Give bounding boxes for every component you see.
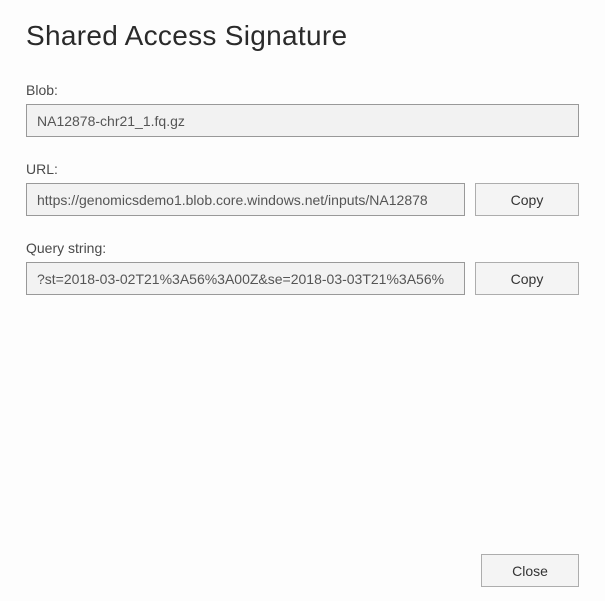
url-row: Copy xyxy=(26,183,579,216)
blob-label: Blob: xyxy=(26,82,579,98)
blob-field-group: Blob: xyxy=(26,82,579,137)
query-label: Query string: xyxy=(26,240,579,256)
url-field-group: URL: Copy xyxy=(26,161,579,216)
dialog-title: Shared Access Signature xyxy=(26,20,579,52)
url-input[interactable] xyxy=(26,183,465,216)
query-input[interactable] xyxy=(26,262,465,295)
query-field-group: Query string: Copy xyxy=(26,240,579,295)
close-button[interactable]: Close xyxy=(481,554,579,587)
query-row: Copy xyxy=(26,262,579,295)
query-copy-button[interactable]: Copy xyxy=(475,262,579,295)
url-label: URL: xyxy=(26,161,579,177)
blob-input[interactable] xyxy=(26,104,579,137)
blob-row xyxy=(26,104,579,137)
dialog-footer: Close xyxy=(481,554,579,587)
url-copy-button[interactable]: Copy xyxy=(475,183,579,216)
